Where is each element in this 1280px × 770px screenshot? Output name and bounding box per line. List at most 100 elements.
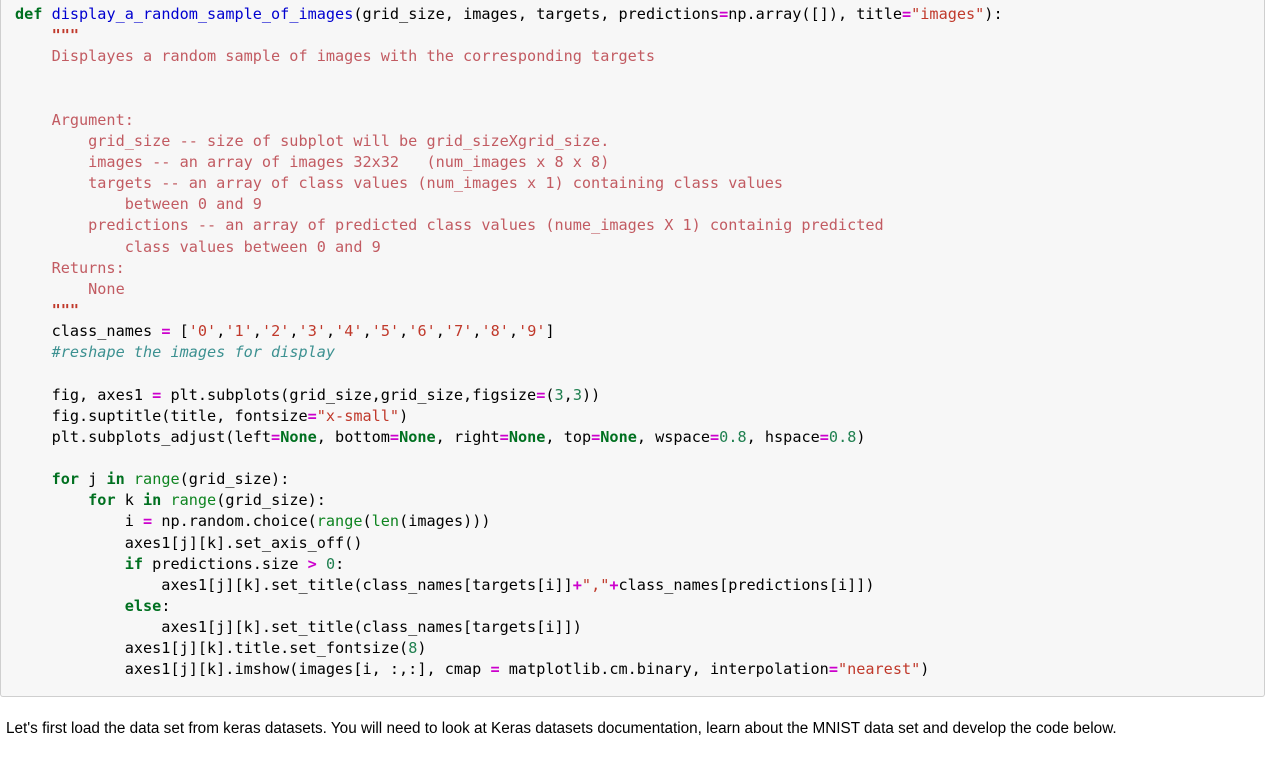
code-token-op: =	[490, 660, 500, 679]
code-token-pln: ))	[581, 385, 601, 404]
code-token-str: '3'	[298, 322, 326, 341]
code-token-str: '5'	[371, 322, 400, 341]
code-token-pln: np.random.choice(	[152, 512, 317, 531]
code-token-bltn2: None	[508, 427, 546, 446]
code-line: axes1[j][k].set_title(class_names[target…	[15, 617, 1264, 638]
code-token-doc: Argument:	[15, 110, 134, 129]
code-line: if predictions.size > 0:	[15, 554, 1264, 575]
code-cell[interactable]: def display_a_random_sample_of_images(gr…	[0, 0, 1265, 697]
code-token-pln: ,	[289, 322, 299, 341]
code-token-pln	[15, 470, 52, 488]
code-line: """	[15, 300, 1264, 321]
code-token-pln	[15, 301, 52, 319]
code-line: between 0 and 9	[15, 194, 1264, 215]
code-line: predictions -- an array of predicted cla…	[15, 215, 1264, 236]
code-token-num: 3	[554, 385, 564, 404]
code-token-pln: )	[417, 639, 427, 658]
code-token-fn: display_a_random_sample_of_images	[51, 5, 354, 23]
code-token-op: =	[143, 512, 153, 531]
code-token-op: =	[389, 427, 400, 446]
code-token-op: +	[609, 575, 619, 594]
code-token-num: 0.8	[828, 427, 857, 446]
code-token-str: ","	[581, 575, 610, 594]
code-token-kw: for	[88, 491, 116, 510]
code-token-pln: , bottom	[316, 427, 390, 446]
code-token-pln: axes1[j][k].set_title(class_names[target…	[15, 575, 573, 594]
markdown-paragraph: Let's first load the data set from keras…	[6, 720, 1117, 737]
code-token-op: >	[307, 554, 317, 573]
code-editor-area[interactable]: def display_a_random_sample_of_images(gr…	[1, 0, 1264, 685]
code-token-op: =	[719, 5, 729, 23]
code-token-pln: ,	[563, 385, 573, 404]
code-token-doc: Returns:	[15, 258, 125, 277]
code-line: images -- an array of images 32x32 (num_…	[15, 152, 1264, 173]
code-token-str: "images"	[911, 5, 985, 23]
code-token-dstr: """	[51, 300, 80, 319]
code-token-bltn: range	[316, 512, 363, 531]
code-line: else:	[15, 596, 1264, 617]
code-token-op: =	[499, 427, 509, 446]
code-line: None	[15, 279, 1264, 300]
code-token-num: 0	[325, 554, 336, 573]
code-line: axes1[j][k].imshow(images[i, :,:], cmap …	[15, 659, 1264, 680]
code-line: class values between 0 and 9	[15, 237, 1264, 258]
code-token-doc: between 0 and 9	[15, 195, 262, 214]
code-token-pln: j	[79, 470, 107, 489]
code-token-op: =	[307, 406, 317, 425]
code-token-pln: np.array([]), title	[728, 5, 902, 23]
code-token-num: 3	[572, 385, 582, 404]
code-token-op: +	[572, 575, 582, 594]
code-token-pln: plt.subplots_adjust(left	[15, 427, 272, 446]
code-token-str: '4'	[335, 322, 363, 341]
code-token-pln	[15, 491, 88, 509]
code-line: """	[15, 25, 1264, 46]
code-token-op: =	[536, 385, 546, 404]
code-token-pln: ,	[472, 322, 482, 341]
code-token-doc: predictions -- an array of predicted cla…	[15, 216, 884, 235]
code-line: fig, axes1 = plt.subplots(grid_size,grid…	[15, 385, 1264, 406]
code-token-pln: )	[856, 427, 866, 446]
code-token-op: =	[828, 660, 838, 679]
code-line: targets -- an array of class values (num…	[15, 173, 1264, 194]
code-token-num: 8	[408, 639, 418, 658]
code-line: plt.subplots_adjust(left=None, bottom=No…	[15, 427, 1264, 448]
code-token-pln: )	[920, 660, 930, 679]
code-token-pln: ,	[435, 322, 445, 341]
code-token-op: =	[152, 385, 162, 404]
code-token-pln: ,	[508, 322, 519, 341]
code-token-pln: , right	[435, 427, 500, 446]
code-token-op: =	[710, 427, 720, 446]
code-token-bltn: range	[170, 491, 217, 510]
code-line: for j in range(grid_size):	[15, 469, 1264, 490]
code-token-bltn2: None	[600, 427, 637, 446]
code-token-pln: i	[15, 512, 144, 531]
code-line: fig.suptitle(title, fontsize="x-small")	[15, 406, 1264, 427]
code-token-bltn2: None	[399, 427, 436, 446]
code-token-pln	[317, 555, 326, 573]
code-token-pln: :	[335, 554, 345, 573]
code-line: grid_size -- size of subplot will be gri…	[15, 131, 1264, 152]
code-token-bltn: range	[133, 470, 180, 489]
code-token-pln: ,	[362, 322, 372, 341]
code-token-doc: None	[15, 279, 125, 298]
code-token-str: "nearest"	[837, 660, 921, 679]
code-token-str: '2'	[261, 322, 290, 341]
code-token-str: '9'	[518, 322, 546, 341]
code-token-str: '8'	[481, 322, 509, 341]
code-token-str: '6'	[408, 322, 436, 341]
code-token-pln	[125, 470, 134, 488]
notebook-page: def display_a_random_sample_of_images(gr…	[0, 0, 1280, 770]
code-token-pln	[42, 5, 51, 23]
code-token-pln: )	[399, 406, 409, 425]
code-token-pln: (images)))	[399, 512, 491, 531]
code-line: Returns:	[15, 258, 1264, 279]
code-token-op: =	[819, 427, 829, 446]
code-token-pln: fig.suptitle(title, fontsize	[15, 406, 308, 425]
code-token-doc: grid_size -- size of subplot will be gri…	[15, 131, 610, 150]
code-token-pln: axes1[j][k].set_title(class_names[target…	[15, 618, 582, 637]
code-token-pln: (	[545, 385, 555, 404]
code-token-kw: for	[51, 470, 80, 489]
